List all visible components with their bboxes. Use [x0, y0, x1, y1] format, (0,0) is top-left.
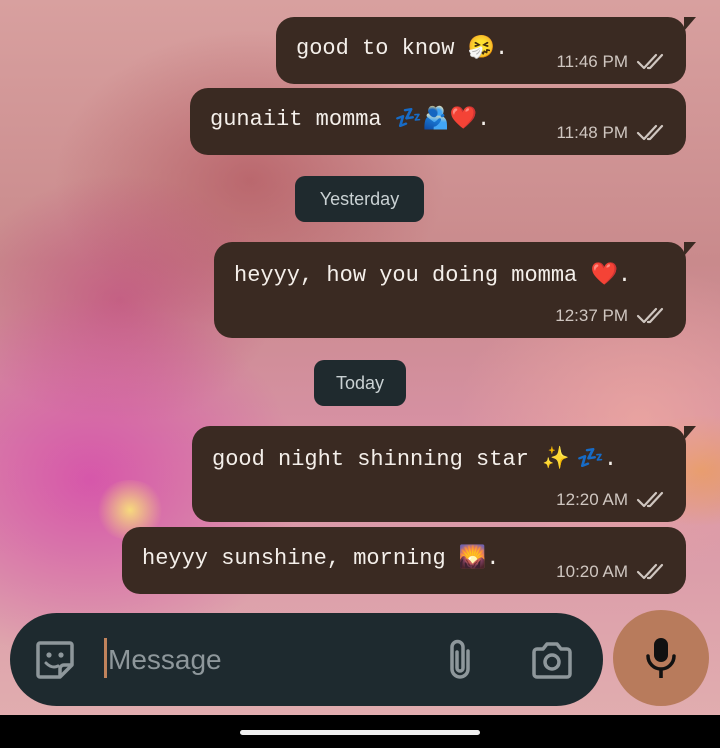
message-text: heyyy sunshine, morning 🌄. [142, 545, 500, 571]
message-text: heyyy, how you doing momma ❤️. [234, 262, 632, 288]
message-meta: 12:37 PM [555, 306, 668, 326]
message-time: 11:48 PM [556, 123, 628, 142]
message-meta: 11:48 PM [556, 123, 668, 143]
message-bubble[interactable]: heyyy, how you doing momma ❤️. 12:37 PM [214, 242, 696, 338]
date-separator: Today [314, 360, 406, 406]
message-meta: 12:20 AM [556, 490, 668, 510]
message-meta: 11:46 PM [556, 52, 668, 72]
message-bubble[interactable]: good night shinning star ✨ 💤. 12:20 AM [192, 426, 696, 522]
message-text: good night shinning star ✨ 💤. [212, 446, 618, 472]
double-check-icon [636, 563, 664, 580]
home-gesture-handle[interactable] [240, 730, 480, 735]
message-text: gunaiit momma 💤🫂❤️. [210, 106, 491, 132]
message-composer [10, 613, 603, 706]
message-time: 11:46 PM [556, 52, 628, 71]
message-emoji: 🤧 [467, 35, 496, 60]
message-emoji: ✨ 💤 [542, 446, 604, 471]
double-check-icon [636, 307, 664, 324]
message-text: good to know 🤧. [296, 35, 509, 61]
system-nav-bar [0, 715, 720, 748]
message-bubble[interactable]: heyyy sunshine, morning 🌄. 10:20 AM [122, 527, 686, 594]
double-check-icon [636, 53, 664, 70]
message-emoji: ❤️ [590, 262, 618, 287]
message-time: 12:37 PM [555, 306, 628, 325]
message-time: 10:20 AM [556, 562, 628, 581]
message-time: 12:20 AM [556, 490, 628, 509]
voice-message-button[interactable] [613, 610, 709, 706]
message-input[interactable] [106, 637, 430, 683]
message-emoji: 💤🫂❤️ [394, 106, 478, 131]
message-emoji: 🌄 [458, 545, 487, 570]
message-bubble[interactable]: gunaiit momma 💤🫂❤️. 11:48 PM [190, 88, 686, 155]
double-check-icon [636, 124, 664, 141]
message-meta: 10:20 AM [556, 562, 668, 582]
date-separator: Yesterday [295, 176, 424, 222]
attach-icon[interactable] [440, 637, 480, 683]
sticker-icon[interactable] [34, 639, 76, 681]
double-check-icon [636, 491, 664, 508]
microphone-icon [646, 638, 676, 678]
message-bubble[interactable]: good to know 🤧. 11:46 PM [276, 17, 696, 84]
camera-icon[interactable] [530, 640, 574, 680]
